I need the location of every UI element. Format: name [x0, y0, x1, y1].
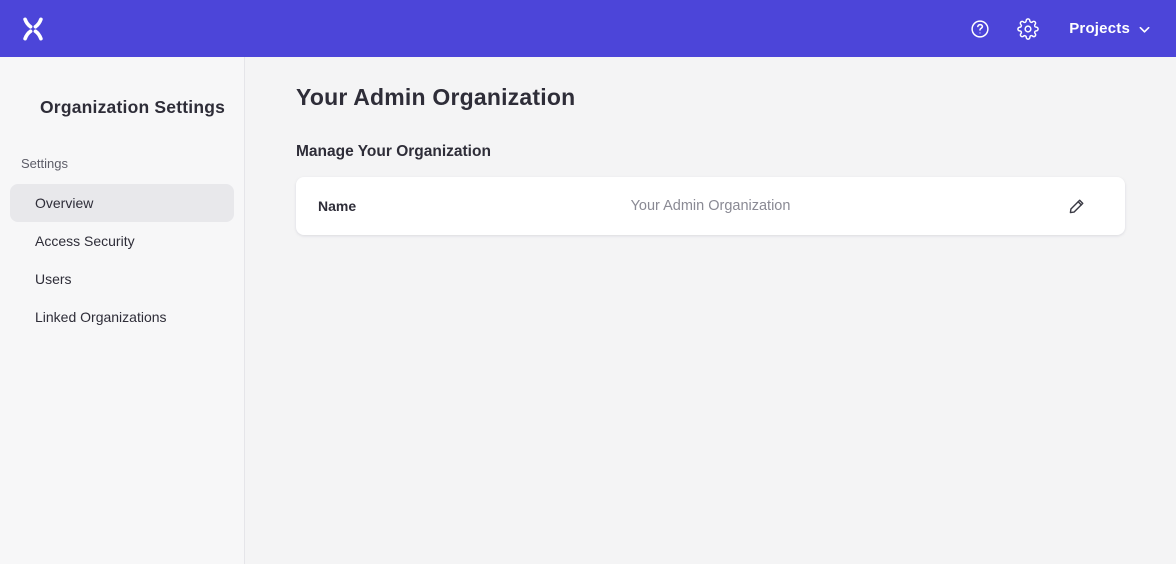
question-circle-icon	[969, 18, 991, 40]
pencil-icon	[1067, 196, 1087, 216]
sidebar-item-label: Linked Organizations	[35, 309, 167, 325]
sidebar-item-linked-organizations[interactable]: Linked Organizations	[10, 298, 234, 336]
top-nav-bar: Projects	[0, 0, 1176, 57]
section-title: Manage Your Organization	[296, 142, 1125, 161]
brand-x-icon	[19, 15, 47, 43]
name-field-value: Your Admin Organization	[631, 198, 791, 214]
main-panel: Your Admin Organization Manage Your Orga…	[245, 57, 1176, 564]
brand-logo[interactable]	[18, 14, 48, 44]
projects-menu-label: Projects	[1069, 20, 1130, 37]
edit-name-button[interactable]	[1063, 192, 1091, 220]
sidebar-item-access-security[interactable]: Access Security	[10, 222, 234, 260]
sidebar-item-label: Users	[35, 271, 72, 287]
content-area: Organization Settings Settings Overview …	[0, 57, 1176, 564]
sidebar-section-label: Settings	[0, 156, 244, 171]
help-button[interactable]	[963, 12, 997, 46]
sidebar-item-overview[interactable]: Overview	[10, 184, 234, 222]
page-title: Your Admin Organization	[296, 83, 1125, 111]
sidebar-item-label: Access Security	[35, 233, 135, 249]
sidebar-item-users[interactable]: Users	[10, 260, 234, 298]
sidebar-item-label: Overview	[35, 195, 93, 211]
settings-button[interactable]	[1011, 12, 1045, 46]
chevron-down-icon	[1139, 24, 1150, 34]
sidebar: Organization Settings Settings Overview …	[0, 57, 245, 564]
sidebar-nav: Overview Access Security Users Linked Or…	[0, 184, 244, 336]
name-field-label: Name	[318, 198, 356, 214]
gear-icon	[1017, 18, 1039, 40]
sidebar-title: Organization Settings	[0, 97, 244, 118]
organization-name-card: Name Your Admin Organization	[296, 177, 1125, 235]
projects-menu-button[interactable]: Projects	[1069, 20, 1150, 37]
app-window: Projects Organization Settings Settings …	[0, 0, 1176, 564]
header-actions: Projects	[963, 12, 1150, 46]
